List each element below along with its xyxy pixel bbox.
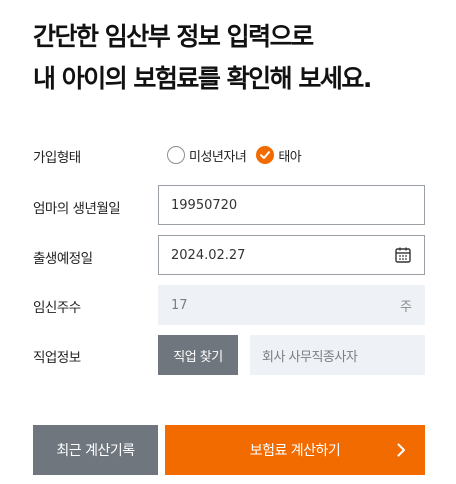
recent-calculations-button[interactable]: 최근 계산기록 xyxy=(33,425,158,475)
occupation-field: 회사 사무직종사자 xyxy=(250,335,425,375)
due-date-label: 출생예정일 xyxy=(33,251,93,267)
due-date-value: 2024.02.27 xyxy=(171,247,246,263)
calculate-premium-button[interactable]: 보험료 계산하기 xyxy=(165,425,425,475)
pregnancy-weeks-label: 임신주수 xyxy=(33,300,81,316)
headline-line-1: 간단한 임산부 정보 입력으로 xyxy=(33,22,314,51)
headline-line-2: 내 아이의 보험료를 확인해 보세요. xyxy=(33,64,372,93)
pregnancy-weeks-value: 17 xyxy=(171,297,188,313)
mother-birthdate-label: 엄마의 생년월일 xyxy=(33,201,121,217)
subscription-type-label: 가입형태 xyxy=(33,150,81,166)
subscription-type-radio-group: 미성년자녀 태아 xyxy=(167,144,311,166)
pregnancy-weeks-input: 17 주 xyxy=(158,285,425,325)
radio-checked-icon xyxy=(256,146,275,164)
radio-minor-child[interactable]: 미성년자녀 xyxy=(167,146,247,165)
radio-fetus[interactable]: 태아 xyxy=(256,146,302,165)
due-date-input[interactable]: 2024.02.27 xyxy=(158,235,425,275)
calendar-icon[interactable] xyxy=(394,246,412,264)
radio-fetus-label: 태아 xyxy=(278,149,302,165)
calculate-premium-label: 보험료 계산하기 xyxy=(249,443,341,459)
page-headline: 간단한 임산부 정보 입력으로 내 아이의 보험료를 확인해 보세요. xyxy=(33,16,372,100)
radio-unchecked-icon xyxy=(167,146,185,164)
radio-minor-child-label: 미성년자녀 xyxy=(189,149,247,165)
pregnancy-weeks-unit: 주 xyxy=(400,299,412,315)
chevron-right-icon xyxy=(397,443,405,457)
mother-birthdate-input[interactable]: 19950720 xyxy=(158,185,425,225)
occupation-label: 직업정보 xyxy=(33,350,81,366)
mother-birthdate-value: 19950720 xyxy=(171,197,238,213)
find-job-button[interactable]: 직업 찾기 xyxy=(158,335,238,375)
